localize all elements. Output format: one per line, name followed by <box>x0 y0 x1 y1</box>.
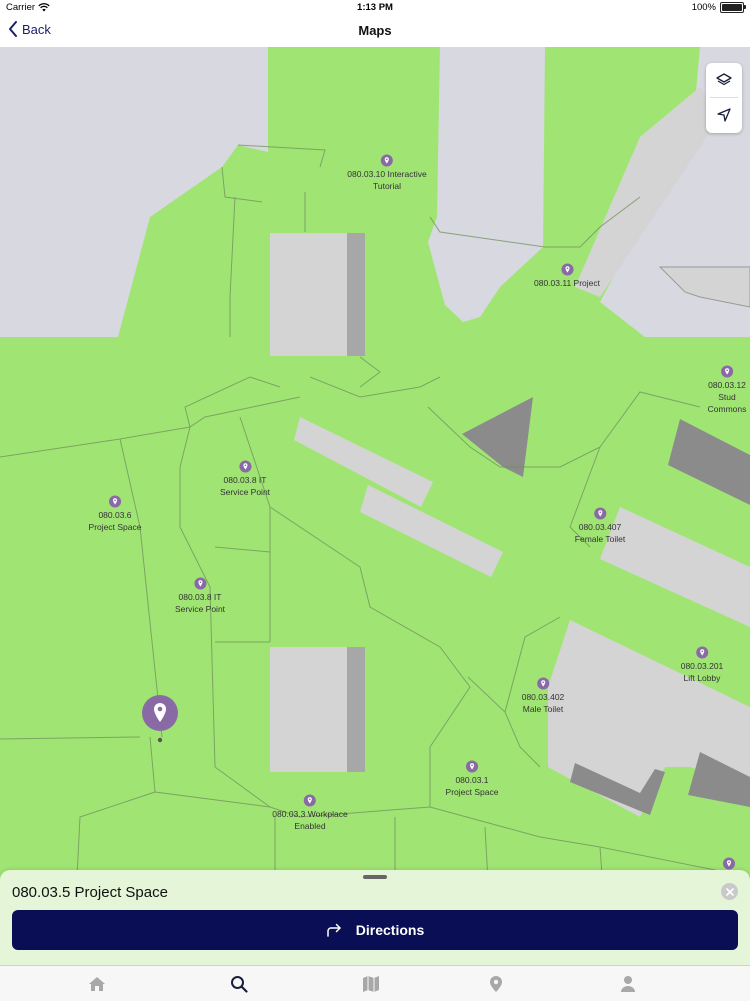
tab-home[interactable] <box>77 966 117 1001</box>
location-pin-icon <box>465 760 479 773</box>
location-pin-icon <box>720 365 734 378</box>
location-pin-icon <box>303 794 317 807</box>
location-detail-sheet: 080.03.5 Project Space Directions <box>0 870 750 965</box>
location-pin-icon <box>238 460 252 473</box>
location-pin-icon <box>560 263 574 276</box>
tab-profile[interactable] <box>608 966 648 1001</box>
location-pin-icon <box>593 507 607 520</box>
map-label-text: 080.03.3 Workplace Enabled <box>272 809 348 831</box>
layers-button[interactable] <box>706 63 742 97</box>
selected-location-marker[interactable] <box>140 695 180 745</box>
person-icon <box>621 975 635 992</box>
location-pin-icon <box>108 495 122 508</box>
battery-icon <box>720 2 746 13</box>
floor-map[interactable]: 080.03.10 Interactive Tutorial 080.03.11… <box>0 47 750 967</box>
directions-arrow-icon <box>327 923 341 937</box>
map-label[interactable]: 080.03.8 IT Service Point <box>220 460 270 498</box>
my-location-button[interactable] <box>706 98 742 132</box>
map-label[interactable]: 080.03.407 Female Toilet <box>575 507 625 545</box>
map-label-text: 080.03.10 Interactive Tutorial <box>347 169 427 191</box>
close-button[interactable] <box>721 883 738 900</box>
location-pin-icon <box>380 154 394 167</box>
directions-label: Directions <box>355 922 425 938</box>
map-label-text: 080.03.201 Lift Lobby <box>680 661 724 683</box>
tab-search[interactable] <box>219 966 259 1001</box>
map-label[interactable]: 080.03.3 Workplace Enabled <box>272 794 348 832</box>
map-icon <box>363 975 379 992</box>
location-pin-icon <box>536 677 550 690</box>
map-label-text: 080.03.12 Stud Commons <box>707 380 747 414</box>
map-label-text: 080.03.1 Project Space <box>445 775 499 797</box>
map-label-text: 080.03.11 Project <box>534 278 600 288</box>
map-label[interactable]: 080.03.10 Interactive Tutorial <box>347 154 427 192</box>
map-label-text: 080.03.402 Male Toilet <box>521 692 565 714</box>
sheet-grabber[interactable] <box>363 875 387 879</box>
location-pin-icon <box>193 577 207 590</box>
map-label-text: 080.03.6 Project Space <box>88 510 142 532</box>
location-pin-icon <box>490 975 502 992</box>
status-time: 1:13 PM <box>357 2 393 13</box>
battery-indicator: 100% <box>691 2 746 13</box>
layers-icon <box>716 73 732 86</box>
search-icon <box>231 975 248 993</box>
map-pin-partial[interactable] <box>722 857 736 871</box>
location-pin-icon <box>722 857 736 870</box>
home-icon <box>89 976 105 991</box>
battery-percent: 100% <box>691 2 716 13</box>
status-bar: Carrier 1:13 PM 100% <box>0 0 750 16</box>
tab-places[interactable] <box>476 966 516 1001</box>
map-label[interactable]: 080.03.1 Project Space <box>445 760 499 798</box>
page-title: Maps <box>358 23 392 38</box>
map-label[interactable]: 080.03.12 Stud Commons <box>707 365 747 415</box>
map-label[interactable]: 080.03.402 Male Toilet <box>521 677 565 715</box>
map-label-text: 080.03.8 IT Service Point <box>174 592 226 614</box>
tab-map[interactable] <box>351 966 391 1001</box>
map-label[interactable]: 080.03.6 Project Space <box>88 495 142 533</box>
map-label[interactable]: 080.03.11 Project <box>534 263 600 289</box>
navigation-bar: Back Maps <box>0 16 750 48</box>
map-label[interactable]: 080.03.201 Lift Lobby <box>680 646 724 684</box>
tab-bar <box>0 965 750 1001</box>
navigation-arrow-icon <box>717 108 731 122</box>
map-label[interactable]: 080.03.8 IT Service Point <box>175 577 225 615</box>
location-title: 080.03.5 Project Space <box>12 884 168 901</box>
map-label-text: 080.03.8 IT Service Point <box>219 475 271 497</box>
directions-button[interactable]: Directions <box>12 910 738 950</box>
location-pin-icon <box>695 646 709 659</box>
map-label-text: 080.03.407 Female Toilet <box>574 522 626 544</box>
map-controls <box>706 63 742 133</box>
close-icon <box>725 887 734 896</box>
